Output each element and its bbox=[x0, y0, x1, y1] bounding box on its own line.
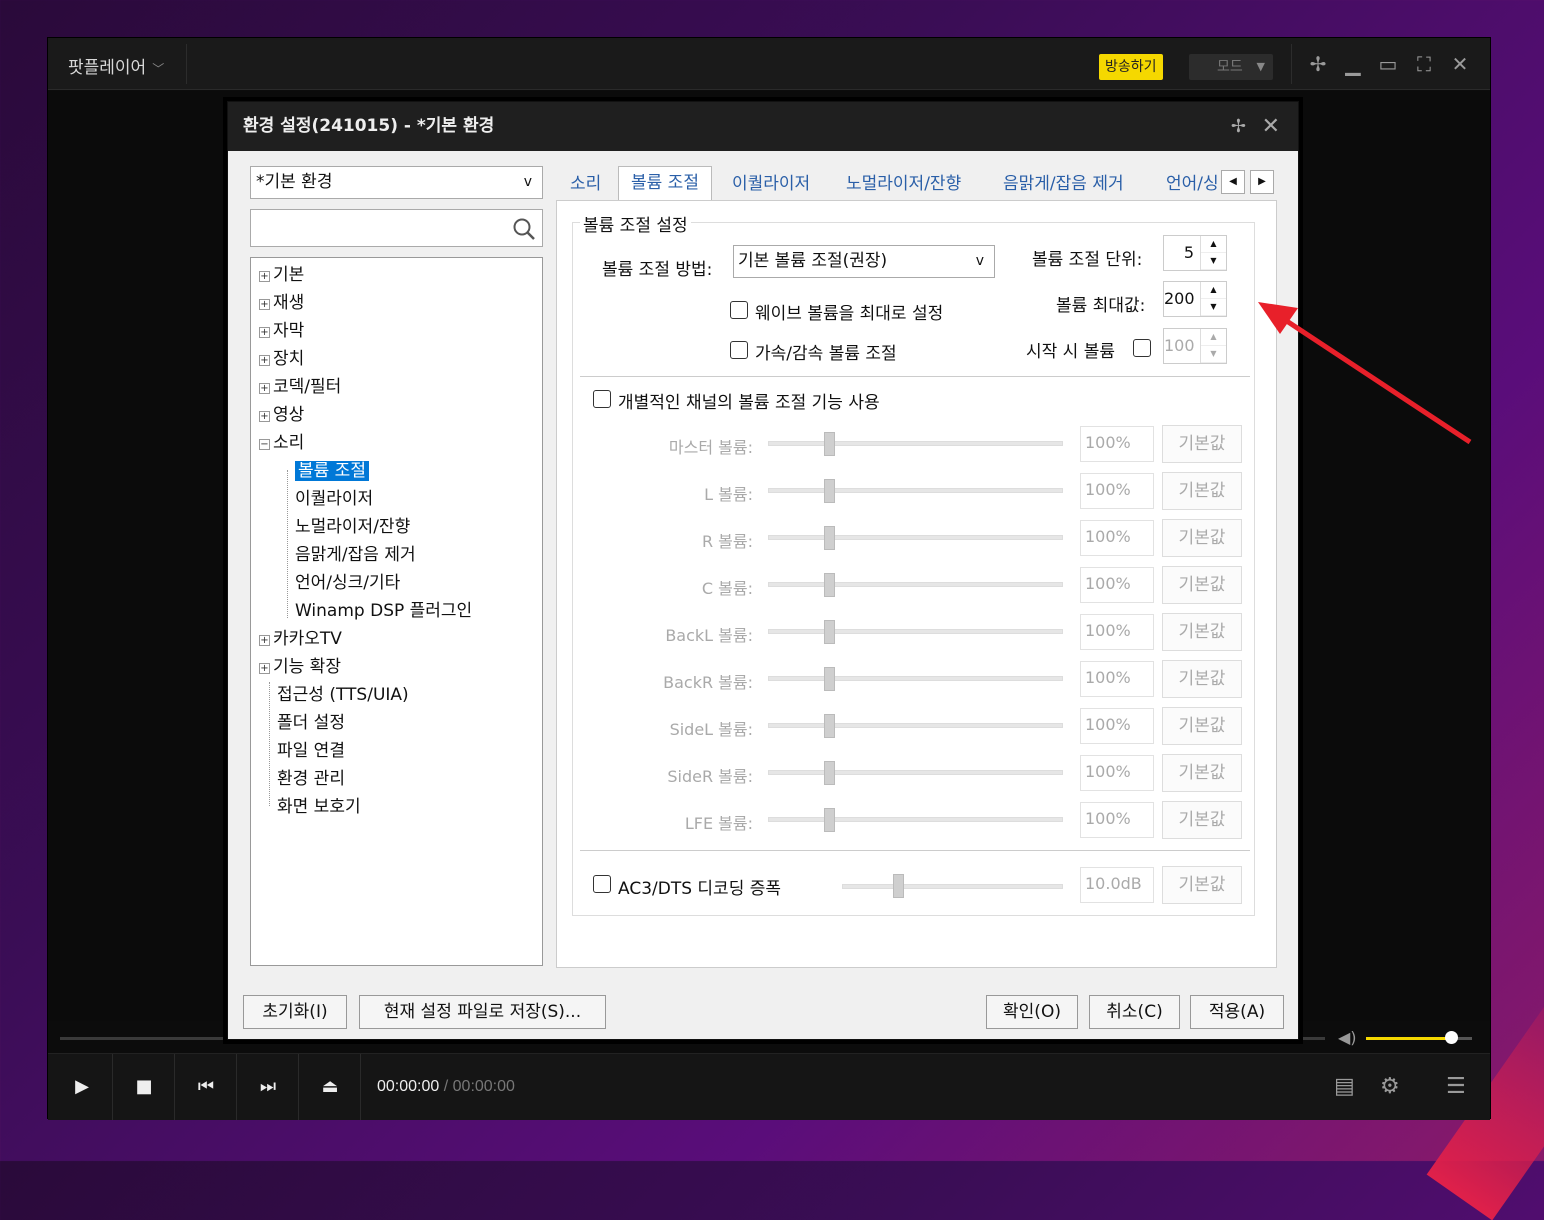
annotation-arrow bbox=[1258, 302, 1472, 445]
